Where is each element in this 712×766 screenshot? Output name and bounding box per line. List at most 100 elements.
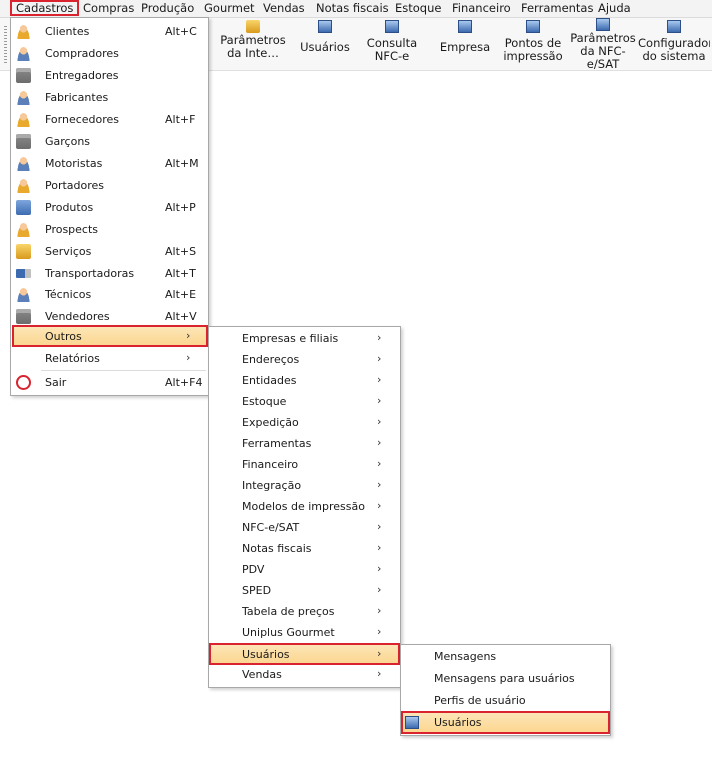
chevron-right-icon: › <box>377 478 382 491</box>
menu-item-servicos[interactable]: Serviços Alt+S <box>12 241 207 262</box>
driver-icon <box>16 156 31 171</box>
menu-item-transportadoras[interactable]: Transportadoras Alt+T <box>12 263 207 284</box>
chevron-right-icon: › <box>377 562 382 575</box>
chevron-right-icon: › <box>186 351 191 364</box>
manufacturer-icon <box>16 90 31 105</box>
carrier-icon <box>16 178 31 193</box>
submenu-item-pdv[interactable]: PDV › <box>210 559 399 580</box>
submenu-item-usuarios-final[interactable]: Usuários <box>401 711 610 734</box>
menu-item-vendedores[interactable]: Vendedores Alt+V <box>12 306 207 327</box>
submenu-item-financeiro[interactable]: Financeiro › <box>210 454 399 475</box>
seller-icon <box>16 309 31 324</box>
menu-notas-fiscais[interactable]: Notas fiscais <box>312 0 393 16</box>
menu-ajuda[interactable]: Ajuda <box>594 0 635 16</box>
submenu-item-nfce-sat[interactable]: NFC-e/SAT › <box>210 517 399 538</box>
submenu-item-sped[interactable]: SPED › <box>210 580 399 601</box>
menu-ferramentas[interactable]: Ferramentas <box>517 0 597 16</box>
menu-financeiro[interactable]: Financeiro <box>448 0 515 16</box>
toolbar-parametros-integracao-button[interactable]: Parâmetros da Inte… <box>218 18 288 70</box>
client-icon <box>16 24 31 39</box>
toolbar-consulta-nfce-button[interactable]: Consulta NFC-e <box>362 18 422 70</box>
menu-item-produtos[interactable]: Produtos Alt+P <box>12 197 207 218</box>
menu-item-prospects[interactable]: Prospects <box>12 219 207 240</box>
cadastros-menu: Clientes Alt+C Compradores Entregadores … <box>10 17 209 396</box>
chevron-right-icon: › <box>377 625 382 638</box>
submenu-item-mensagens[interactable]: Mensagens <box>402 646 609 667</box>
menu-item-portadores[interactable]: Portadores <box>12 175 207 196</box>
menu-item-fabricantes[interactable]: Fabricantes <box>12 87 207 108</box>
printer-icon <box>526 20 540 33</box>
courier-icon <box>16 68 31 83</box>
toolbar-parametros-nfce-button[interactable]: Parâmetros da NFC-e/SAT <box>570 18 636 70</box>
submenu-item-expedicao[interactable]: Expedição › <box>210 412 399 433</box>
submenu-item-enderecos[interactable]: Endereços › <box>210 349 399 370</box>
submenu-item-integracao[interactable]: Integração › <box>210 475 399 496</box>
chevron-right-icon: › <box>377 541 382 554</box>
menu-item-compradores[interactable]: Compradores <box>12 43 207 64</box>
menu-estoque[interactable]: Estoque <box>391 0 445 16</box>
toolbar-configurador-button[interactable]: Configurador do sistema <box>638 18 710 70</box>
settings-icon <box>246 20 260 33</box>
supplier-icon <box>16 112 31 127</box>
outros-submenu: Empresas e filiais › Endereços › Entidades… <box>208 326 401 688</box>
chevron-right-icon: › <box>377 457 382 470</box>
submenu-item-entidades[interactable]: Entidades › <box>210 370 399 391</box>
menu-bar: Cadastros Compras Produção Gourmet Venda… <box>0 0 712 18</box>
submenu-item-notas-fiscais[interactable]: Notas fiscais › <box>210 538 399 559</box>
chevron-right-icon: › <box>377 331 382 344</box>
buyer-icon <box>16 46 31 61</box>
toolbar-grip[interactable] <box>4 26 7 64</box>
chevron-right-icon: › <box>186 329 191 342</box>
menu-item-clientes[interactable]: Clientes Alt+C <box>12 21 207 42</box>
toolbar-usuarios-button[interactable]: Usuários <box>296 18 354 70</box>
menu-vendas[interactable]: Vendas <box>259 0 309 16</box>
chevron-right-icon: › <box>377 520 382 533</box>
service-icon <box>16 244 31 259</box>
menu-item-entregadores[interactable]: Entregadores <box>12 65 207 86</box>
toolbar-pontos-impressao-button[interactable]: Pontos de impressão <box>500 18 566 70</box>
submenu-item-mensagens-usuarios[interactable]: Mensagens para usuários <box>402 668 609 689</box>
users-icon <box>318 20 332 33</box>
toolbar-empresa-button[interactable]: Empresa <box>435 18 495 70</box>
submenu-item-ferramentas[interactable]: Ferramentas › <box>210 433 399 454</box>
menu-item-motoristas[interactable]: Motoristas Alt+M <box>12 153 207 174</box>
chevron-right-icon: › <box>377 647 382 660</box>
chevron-right-icon: › <box>377 499 382 512</box>
chevron-right-icon: › <box>377 667 382 680</box>
submenu-item-uniplus-gourmet[interactable]: Uniplus Gourmet › <box>210 622 399 643</box>
submenu-item-perfis-usuario[interactable]: Perfis de usuário <box>402 690 609 711</box>
menu-item-relatorios[interactable]: Relatórios › <box>12 348 207 369</box>
menu-item-fornecedores[interactable]: Fornecedores Alt+F <box>12 109 207 130</box>
product-icon <box>16 200 31 215</box>
submenu-item-usuarios[interactable]: Usuários › <box>209 643 400 665</box>
waiter-icon <box>16 134 31 149</box>
submenu-item-estoque[interactable]: Estoque › <box>210 391 399 412</box>
chevron-right-icon: › <box>377 604 382 617</box>
chevron-right-icon: › <box>377 394 382 407</box>
chevron-right-icon: › <box>377 436 382 449</box>
menu-separator <box>41 370 206 371</box>
users-icon <box>405 716 419 729</box>
chevron-right-icon: › <box>377 583 382 596</box>
config-icon <box>667 20 681 33</box>
menu-item-sair[interactable]: Sair Alt+F4 <box>12 372 207 393</box>
menu-compras[interactable]: Compras <box>79 0 138 16</box>
chevron-right-icon: › <box>377 352 382 365</box>
prospect-icon <box>16 222 31 237</box>
search-doc-icon <box>385 20 399 33</box>
settings-icon <box>596 18 610 31</box>
menu-item-outros[interactable]: Outros › <box>12 325 208 347</box>
menu-gourmet[interactable]: Gourmet <box>200 0 259 16</box>
submenu-item-empresas-filiais[interactable]: Empresas e filiais › <box>210 328 399 349</box>
power-icon <box>16 375 31 390</box>
submenu-item-vendas[interactable]: Vendas › <box>210 664 399 685</box>
chevron-right-icon: › <box>377 415 382 428</box>
menu-item-tecnicos[interactable]: Técnicos Alt+E <box>12 284 207 305</box>
submenu-item-tabela-precos[interactable]: Tabela de preços › <box>210 601 399 622</box>
submenu-item-modelos-impressao[interactable]: Modelos de impressão › <box>210 496 399 517</box>
truck-icon <box>16 269 31 278</box>
menu-producao[interactable]: Produção <box>137 0 198 16</box>
menu-cadastros[interactable]: Cadastros <box>10 0 80 16</box>
company-icon <box>458 20 472 33</box>
menu-item-garcons[interactable]: Garçons <box>12 131 207 152</box>
